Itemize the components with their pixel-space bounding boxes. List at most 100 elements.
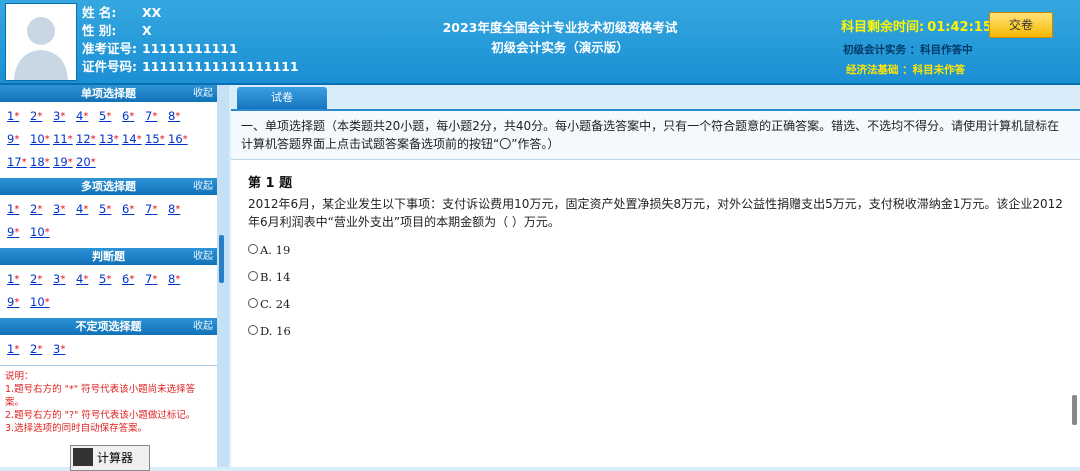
option-c[interactable]: C. 24 [248, 291, 1063, 318]
unanswered-mark: * [60, 204, 66, 215]
question-link[interactable]: 1* [7, 268, 30, 291]
question-link[interactable]: 4* [76, 198, 99, 221]
radio-button[interactable] [248, 325, 258, 335]
timer-label: 科目剩余时间: [841, 20, 925, 35]
note-line: 3.选择选项的同时自动保存答案。 [5, 423, 148, 434]
option-label: C. [260, 297, 273, 311]
unanswered-mark: * [90, 134, 96, 145]
unanswered-mark: * [129, 111, 135, 122]
collapse-button[interactable]: 收起 [193, 318, 213, 335]
question-link[interactable]: 16* [168, 128, 191, 151]
question-link[interactable]: 5* [99, 105, 122, 128]
question-link[interactable]: 11* [53, 128, 76, 151]
question-link[interactable]: 8* [168, 268, 191, 291]
legend-notes: 说明： 1.题号右方的 "*" 符号代表该小题尚未选择答案。 2.题号右方的 "… [0, 365, 217, 439]
section-header-indefinite: 不定项选择题 收起 [0, 318, 217, 335]
question-link[interactable]: 14* [122, 128, 145, 151]
exam-header: 姓 名: XX 性 别: X 准考证号: 11111111111 证件号码: 11111… [0, 0, 1080, 85]
question-link[interactable]: 5* [99, 268, 122, 291]
timer-value: 01:42:15 [927, 20, 992, 35]
ticket-label: 准考证号: [82, 41, 137, 56]
unanswered-mark: * [60, 111, 66, 122]
option-b[interactable]: B. 14 [248, 264, 1063, 291]
option-d[interactable]: D. 16 [248, 318, 1063, 345]
question-link[interactable]: 15* [145, 128, 168, 151]
question-link[interactable]: 13* [99, 128, 122, 151]
question-link[interactable]: 7* [145, 268, 168, 291]
unanswered-mark: * [60, 274, 66, 285]
tab-exam-paper[interactable]: 试卷 [237, 87, 327, 109]
calculator-button[interactable]: 计算器 [70, 445, 150, 471]
option-value: 24 [275, 297, 291, 311]
scrollbar-thumb[interactable] [1072, 395, 1077, 425]
question-link[interactable]: 8* [168, 105, 191, 128]
unanswered-mark: * [14, 227, 20, 238]
unanswered-mark: * [113, 134, 119, 145]
subject-status-law[interactable]: 经济法基础 ：科目未作答 [846, 62, 965, 77]
unanswered-mark: * [106, 204, 112, 215]
unanswered-mark: * [106, 274, 112, 285]
question-link[interactable]: 10* [30, 221, 53, 244]
radio-button[interactable] [248, 271, 258, 281]
unanswered-mark: * [90, 157, 96, 168]
question-link[interactable]: 3* [53, 338, 76, 361]
option-a[interactable]: A. 19 [248, 237, 1063, 264]
option-value: 19 [275, 243, 291, 257]
question-link[interactable]: 8* [168, 198, 191, 221]
radio-button[interactable] [248, 244, 258, 254]
question-link[interactable]: 17* [7, 151, 30, 174]
question-link[interactable]: 3* [53, 268, 76, 291]
question-link[interactable]: 10* [30, 128, 53, 151]
question-link[interactable]: 9* [7, 291, 30, 314]
question-link[interactable]: 7* [145, 198, 168, 221]
question-link[interactable]: 2* [30, 338, 53, 361]
question-link[interactable]: 9* [7, 128, 30, 151]
radio-button[interactable] [248, 298, 258, 308]
unanswered-mark: * [175, 204, 181, 215]
question-link[interactable]: 1* [7, 105, 30, 128]
question-link[interactable]: 3* [53, 105, 76, 128]
gender-value: X [142, 23, 152, 38]
question-link[interactable]: 12* [76, 128, 99, 151]
collapse-button[interactable]: 收起 [193, 178, 213, 195]
unanswered-mark: * [37, 204, 43, 215]
question-link[interactable]: 1* [7, 338, 30, 361]
unanswered-mark: * [152, 274, 158, 285]
unanswered-mark: * [182, 134, 188, 145]
question-link[interactable]: 9* [7, 221, 30, 244]
question-link[interactable]: 5* [99, 198, 122, 221]
question-grid-multi: 1* 2* 3* 4* 5* 6* 7* 8* 9* 10* [0, 195, 217, 248]
question-grid-single: 1* 2* 3* 4* 5* 6* 7* 8* 9* 10* 11* 12* 13* 14* 15* 16* 1… [0, 102, 217, 178]
question-link[interactable]: 6* [122, 105, 145, 128]
question-link[interactable]: 6* [122, 198, 145, 221]
question-link[interactable]: 19* [53, 151, 76, 174]
exam-title-line1: 2023年度全国会计专业技术初级资格考试 [442, 20, 678, 35]
question-link[interactable]: 18* [30, 151, 53, 174]
splitter-handle[interactable] [219, 235, 224, 283]
question-link[interactable]: 6* [122, 268, 145, 291]
question-link[interactable]: 1* [7, 198, 30, 221]
subject-status-accounting[interactable]: 初级会计实务 ：科目作答中 [843, 42, 973, 57]
name-value: XX [142, 5, 162, 20]
question-link[interactable]: 2* [30, 198, 53, 221]
panel-splitter[interactable] [217, 85, 229, 467]
question-grid-judgement: 1* 2* 3* 4* 5* 6* 7* 8* 9* 10* [0, 265, 217, 318]
section-title: 单项选择题 [81, 87, 136, 100]
collapse-button[interactable]: 收起 [193, 85, 213, 102]
submit-button[interactable]: 交卷 [989, 12, 1053, 38]
question-link[interactable]: 2* [30, 268, 53, 291]
question-link[interactable]: 3* [53, 198, 76, 221]
question-link[interactable]: 2* [30, 105, 53, 128]
collapse-button[interactable]: 收起 [193, 248, 213, 265]
section-title: 不定项选择题 [75, 320, 142, 333]
question-link[interactable]: 7* [145, 105, 168, 128]
question-link[interactable]: 10* [30, 291, 53, 314]
unanswered-mark: * [37, 111, 43, 122]
question-link[interactable]: 20* [76, 151, 99, 174]
unanswered-mark: * [175, 274, 181, 285]
question-link[interactable]: 4* [76, 268, 99, 291]
unanswered-mark: * [14, 344, 20, 355]
question-link[interactable]: 4* [76, 105, 99, 128]
section-header-single-choice: 单项选择题 收起 [0, 85, 217, 102]
section-instruction: 一、单项选择题（本类题共20小题，每小题2分，共40分。每小题备选答案中，只有一… [231, 111, 1080, 160]
